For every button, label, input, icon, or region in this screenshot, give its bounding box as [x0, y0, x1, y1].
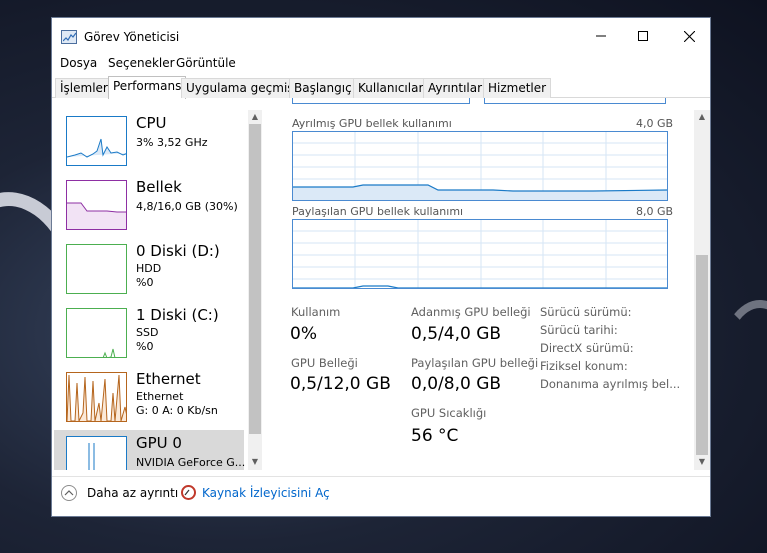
dedicated-memory-graph-label: Ayrılmış GPU bellek kullanımı	[292, 117, 452, 130]
window-title: Görev Yöneticisi	[84, 30, 180, 44]
sidebar-item-title: Bellek	[136, 178, 182, 196]
sidebar-scrollbar[interactable]: ▲ ▼	[248, 110, 262, 470]
dedicated-memory-value: 0,5/4,0 GB	[411, 324, 502, 344]
tab-services[interactable]: Hizmetler	[483, 78, 552, 98]
sidebar-item-title: Ethernet	[136, 370, 201, 388]
shared-memory-value: 0,0/8,0 GB	[411, 374, 502, 394]
sidebar-item-detail: G: 0 A: 0 Kb/sn	[136, 404, 218, 417]
sidebar-item-subtitle: Ethernet	[136, 390, 184, 403]
tab-details[interactable]: Ayrıntılar	[423, 78, 488, 98]
scroll-up-icon[interactable]: ▲	[694, 112, 710, 121]
shared-memory-label: Paylaşılan GPU belleği	[411, 356, 539, 370]
open-resource-monitor-link[interactable]: Kaynak İzleyicisini Aç	[202, 486, 330, 500]
sidebar-item-subtitle: SSD	[136, 326, 159, 339]
disk-thumbnail-graph	[66, 308, 127, 358]
driver-version-label: Sürücü sürümü:	[540, 305, 632, 319]
sidebar-item-ethernet[interactable]: Ethernet Ethernet G: 0 A: 0 Kb/sn	[54, 366, 244, 430]
task-manager-icon	[61, 30, 77, 44]
cpu-thumbnail-graph	[66, 116, 127, 166]
scroll-down-icon[interactable]: ▼	[248, 457, 262, 466]
dedicated-memory-graph	[292, 131, 668, 201]
sidebar-item-subtitle: NVIDIA GeForce G...	[136, 456, 246, 469]
minimize-icon	[596, 35, 606, 37]
sidebar-scroll-thumb[interactable]	[249, 124, 261, 434]
sidebar-item-title: GPU 0	[136, 434, 182, 452]
hardware-reserved-memory-label: Donanıma ayrılmış bel...	[540, 377, 681, 391]
sidebar-item-gpu[interactable]: GPU 0 NVIDIA GeForce G...	[54, 430, 246, 470]
gpu-engine-graph-partial	[292, 98, 470, 104]
maximize-icon	[638, 31, 648, 41]
tab-startup[interactable]: Başlangıç	[289, 78, 357, 98]
sidebar-item-disk-d[interactable]: 0 Diski (D:) HDD %0	[54, 238, 244, 302]
usage-value: 0%	[290, 324, 317, 344]
disk-thumbnail-graph	[66, 244, 127, 294]
tab-performance[interactable]: Performans	[108, 76, 187, 99]
dedicated-memory-label: Adanmış GPU belleği	[411, 305, 531, 319]
sidebar-item-title: CPU	[136, 114, 167, 132]
sidebar-item-subtitle: 4,8/16,0 GB (30%)	[136, 200, 238, 213]
sidebar-item-title: 0 Diski (D:)	[136, 242, 220, 260]
gpu-memory-value: 0,5/12,0 GB	[290, 374, 391, 394]
sidebar-item-memory[interactable]: Bellek 4,8/16,0 GB (30%)	[54, 174, 244, 238]
menu-view[interactable]: Görüntüle	[176, 56, 236, 70]
close-button[interactable]	[666, 18, 710, 54]
sidebar-item-title: 1 Diski (C:)	[136, 306, 219, 324]
memory-thumbnail-graph	[66, 180, 127, 230]
sidebar-item-detail: %0	[136, 276, 154, 289]
usage-label: Kullanım	[291, 305, 341, 319]
shared-memory-graph	[292, 219, 668, 289]
task-manager-window: Görev Yöneticisi Dosya Seçenekler Görünt…	[51, 17, 711, 517]
close-icon	[683, 30, 695, 42]
gpu-temperature-label: GPU Sıcaklığı	[411, 406, 487, 420]
driver-date-label: Sürücü tarihi:	[540, 323, 618, 337]
sidebar-item-detail: %0	[136, 340, 154, 353]
sidebar-item-subtitle: HDD	[136, 262, 162, 275]
menu-file[interactable]: Dosya	[60, 56, 97, 70]
physical-location-label: Fiziksel konum:	[540, 359, 628, 373]
desktop-wallpaper-swirl	[720, 300, 767, 420]
sidebar-item-disk-c[interactable]: 1 Diski (C:) SSD %0	[54, 302, 244, 366]
ethernet-thumbnail-graph	[66, 372, 127, 422]
maximize-button[interactable]	[620, 18, 666, 54]
gpu-thumbnail-graph	[66, 436, 127, 470]
minimize-button[interactable]	[578, 18, 624, 54]
dedicated-memory-graph-max: 4,0 GB	[636, 117, 674, 130]
shared-memory-graph-label: Paylaşılan GPU bellek kullanımı	[292, 205, 464, 218]
main-scrollbar[interactable]: ▲ ▼	[694, 110, 710, 470]
menu-options[interactable]: Seçenekler	[108, 56, 175, 70]
gpu-engine-graph-partial	[484, 98, 666, 104]
title-bar[interactable]: Görev Yöneticisi	[52, 18, 710, 54]
menu-bar: Dosya Seçenekler Görüntüle	[52, 54, 710, 74]
scroll-down-icon[interactable]: ▼	[694, 457, 710, 466]
tab-users[interactable]: Kullanıcılar	[353, 78, 429, 98]
chevron-up-icon[interactable]	[61, 485, 77, 501]
tab-app-history[interactable]: Uygulama geçmişi	[181, 78, 302, 98]
fewer-details-button[interactable]: Daha az ayrıntı	[87, 486, 178, 500]
sidebar-item-subtitle: 3% 3,52 GHz	[136, 136, 208, 149]
performance-sidebar: CPU 3% 3,52 GHz Bellek 4,8/16,0 GB (30%)…	[54, 110, 248, 470]
gpu-memory-label: GPU Belleği	[291, 356, 358, 370]
tab-processes[interactable]: İşlemler	[55, 78, 113, 98]
gpu-temperature-value: 56 °C	[411, 426, 459, 446]
main-scroll-thumb[interactable]	[696, 255, 708, 455]
directx-version-label: DirectX sürümü:	[540, 341, 634, 355]
resource-monitor-icon	[181, 485, 196, 500]
shared-memory-graph-max: 8,0 GB	[636, 205, 674, 218]
scroll-up-icon[interactable]: ▲	[248, 112, 262, 121]
tab-bar: İşlemler Performans Uygulama geçmişi Baş…	[52, 76, 710, 99]
sidebar-item-cpu[interactable]: CPU 3% 3,52 GHz	[54, 110, 244, 174]
